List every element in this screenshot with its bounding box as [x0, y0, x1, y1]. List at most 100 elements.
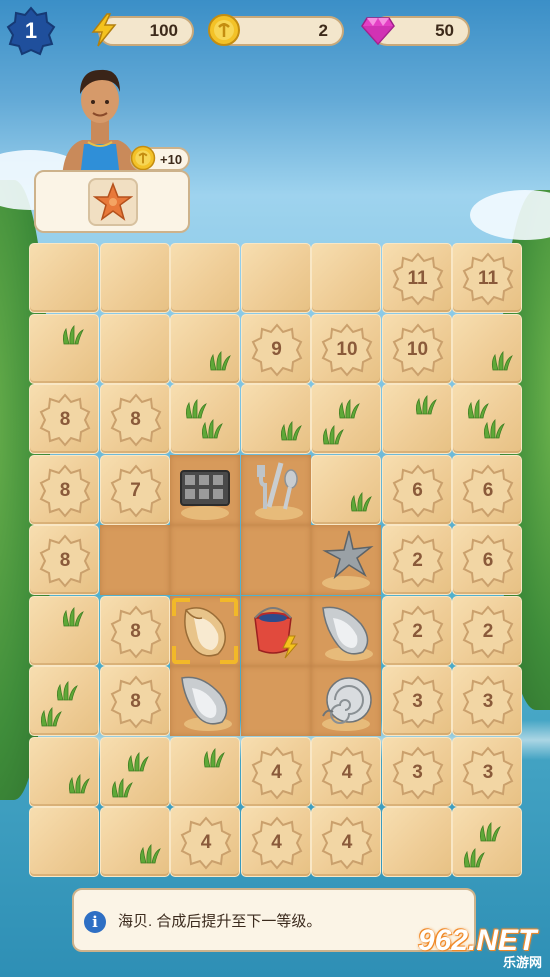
level-lock-icon: 3 — [391, 745, 445, 800]
board-cell-locked[interactable]: 6 — [452, 525, 522, 595]
board-cell-sand[interactable] — [311, 384, 381, 454]
board-cell-locked[interactable]: 8 — [99, 666, 170, 736]
cutlery-icon[interactable] — [241, 455, 311, 525]
board-cell-sand[interactable] — [29, 595, 99, 666]
board-cell-locked[interactable]: 11 — [381, 243, 452, 313]
coin-counter[interactable]: 2 — [208, 14, 344, 46]
board-cell-locked[interactable]: 7 — [99, 454, 170, 525]
board-cell-locked[interactable]: 4 — [311, 736, 381, 807]
board-cell-sand[interactable] — [170, 313, 240, 384]
grass-icon — [489, 350, 515, 376]
board-cell-item[interactable] — [240, 595, 311, 666]
lock-level-number: 11 — [407, 268, 428, 289]
lock-level-number: 3 — [412, 691, 423, 712]
level-lock-icon: 6 — [391, 463, 445, 518]
board-cell-sand[interactable] — [170, 736, 240, 807]
board-cell-sand[interactable] — [170, 243, 240, 313]
board-cell-sand[interactable] — [381, 384, 452, 454]
board-cell-sand[interactable] — [99, 243, 170, 313]
level-lock-icon: 10 — [320, 322, 374, 377]
board-cell-sand[interactable] — [29, 666, 99, 736]
order-reward-value: +10 — [160, 151, 183, 167]
level-lock-icon: 8 — [38, 463, 92, 518]
grass-icon — [320, 425, 346, 450]
board-cell-empty[interactable] — [99, 525, 170, 595]
lock-level-number: 2 — [482, 620, 494, 642]
lock-level-number: 4 — [271, 761, 282, 783]
board-cell-locked[interactable]: 8 — [99, 595, 170, 666]
board-cell-locked[interactable]: 2 — [381, 525, 452, 595]
silver-conch-icon[interactable] — [170, 666, 240, 736]
board-cell-locked[interactable]: 4 — [170, 807, 240, 877]
coin-icon — [206, 12, 242, 48]
level-badge[interactable]: 1 — [6, 6, 56, 56]
board-cell-locked[interactable]: 9 — [240, 313, 311, 384]
board-cell-sand[interactable] — [29, 313, 99, 384]
lock-level-number: 8 — [59, 550, 71, 571]
board-cell-empty[interactable] — [170, 525, 240, 595]
board-cell-item[interactable] — [170, 666, 240, 736]
starfish-icon[interactable] — [311, 525, 381, 595]
camera-box-icon[interactable] — [170, 455, 240, 525]
board-cell-empty[interactable] — [240, 525, 311, 595]
grass-icon — [207, 350, 233, 376]
board-cell-locked[interactable]: 6 — [381, 454, 452, 525]
lock-level-number: 6 — [482, 479, 494, 501]
board-cell-sand[interactable] — [311, 243, 381, 313]
level-lock-icon: 8 — [109, 604, 163, 659]
board-cell-item[interactable] — [240, 454, 311, 525]
board-cell-locked[interactable]: 8 — [29, 525, 99, 595]
snail-shell-icon[interactable] — [311, 666, 381, 736]
board-cell-empty[interactable] — [240, 666, 311, 736]
board-cell-sand[interactable] — [452, 807, 522, 877]
board-cell-locked[interactable]: 3 — [452, 736, 522, 807]
board-cell-locked[interactable]: 3 — [381, 736, 452, 807]
board-cell-sand[interactable] — [452, 313, 522, 384]
lock-level-number: 2 — [412, 550, 423, 571]
board-cell-sand[interactable] — [240, 243, 311, 313]
board-cell-item[interactable] — [311, 525, 381, 595]
board-cell-locked[interactable]: 8 — [99, 384, 170, 454]
lock-level-number: 11 — [477, 268, 499, 289]
board-cell-sand[interactable] — [29, 243, 99, 313]
board-cell-locked[interactable]: 4 — [240, 736, 311, 807]
board-cell-locked[interactable]: 4 — [311, 807, 381, 877]
level-lock-icon: 6 — [461, 534, 515, 588]
board-cell-item[interactable] — [311, 595, 381, 666]
board-cell-sand[interactable] — [99, 313, 170, 384]
board-cell-sand[interactable] — [99, 807, 170, 877]
silver-conch-icon[interactable] — [311, 596, 381, 666]
lock-level-number: 8 — [130, 409, 141, 430]
board-cell-locked[interactable]: 3 — [452, 666, 522, 736]
lock-level-number: 10 — [336, 338, 358, 360]
board-cell-sand[interactable] — [452, 384, 522, 454]
board-cell-item[interactable] — [311, 666, 381, 736]
board-cell-sand[interactable] — [170, 384, 240, 454]
board-cell-locked[interactable]: 4 — [240, 807, 311, 877]
board-cell-locked[interactable]: 3 — [381, 666, 452, 736]
board-cell-sand[interactable] — [29, 807, 99, 877]
board-cell-locked[interactable]: 2 — [381, 595, 452, 666]
order-item-slot[interactable] — [88, 178, 138, 226]
order-card[interactable] — [34, 170, 190, 233]
board-cell-sand[interactable] — [29, 736, 99, 807]
board-cell-sand[interactable] — [381, 807, 452, 877]
board-cell-sand[interactable] — [99, 736, 170, 807]
board-cell-locked[interactable]: 10 — [311, 313, 381, 384]
board-cell-locked[interactable]: 8 — [29, 454, 99, 525]
energy-counter[interactable]: 100 — [91, 13, 194, 47]
item-info-text: 海贝. 合成后提升至下一等级。 — [118, 912, 322, 930]
board-cell-locked[interactable]: 10 — [381, 313, 452, 384]
board-cell-locked[interactable]: 2 — [452, 595, 522, 666]
board-cell-item[interactable] — [170, 454, 240, 525]
board-cell-sand[interactable] — [240, 384, 311, 454]
bucket-icon[interactable] — [241, 596, 311, 666]
board-cell-sand[interactable] — [311, 454, 381, 525]
info-icon[interactable]: i — [84, 911, 106, 933]
selection-frame — [172, 597, 238, 664]
board-cell-locked[interactable]: 11 — [452, 243, 522, 313]
gem-counter[interactable]: 50 — [361, 16, 470, 46]
board-cell-item[interactable] — [170, 595, 240, 666]
board-cell-locked[interactable]: 8 — [29, 384, 99, 454]
board-cell-locked[interactable]: 6 — [452, 454, 522, 525]
